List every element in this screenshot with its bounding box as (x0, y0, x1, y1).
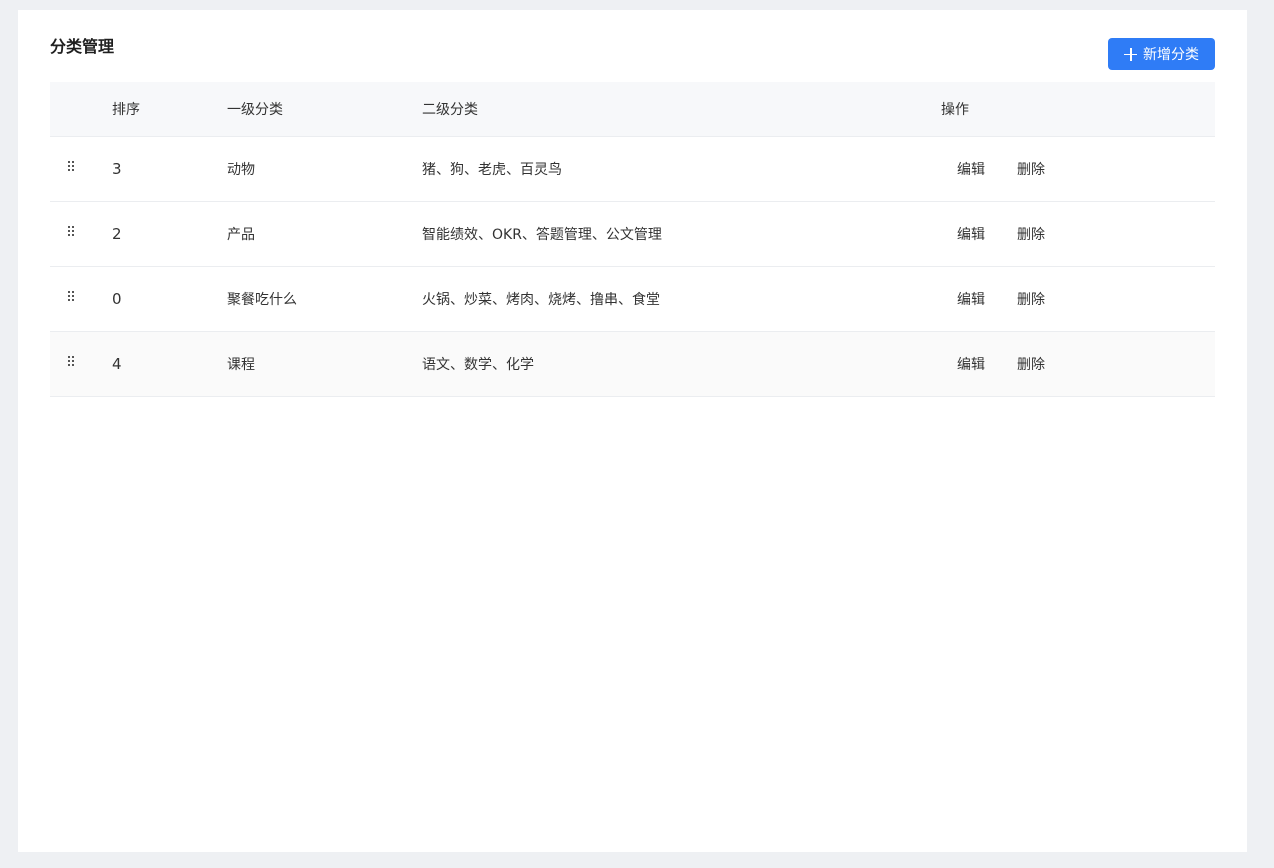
sort-value: 4 (112, 355, 122, 373)
delete-button[interactable]: 删除 (1017, 202, 1045, 266)
drag-handle[interactable] (68, 267, 76, 331)
add-category-label: 新增分类 (1143, 47, 1199, 63)
drag-handle[interactable] (68, 202, 76, 266)
header-sort: 排序 (112, 102, 140, 118)
table-row: 2 产品 智能绩效、OKR、答题管理、公文管理 编辑 删除 (50, 202, 1215, 267)
header-operations: 操作 (941, 102, 969, 118)
sort-value: 2 (112, 225, 122, 243)
delete-button[interactable]: 删除 (1017, 137, 1045, 201)
drag-icon (68, 161, 76, 171)
delete-button[interactable]: 删除 (1017, 332, 1045, 396)
category-management-panel: 分类管理 新增分类 排序 一级分类 二级分类 操作 3 动物 猪、狗、老虎、百灵… (18, 10, 1247, 852)
category-table: 排序 一级分类 二级分类 操作 3 动物 猪、狗、老虎、百灵鸟 编辑 删除 2 … (50, 82, 1215, 397)
header-level2: 二级分类 (422, 102, 478, 118)
level2-names: 火锅、炒菜、烤肉、烧烤、撸串、食堂 (422, 292, 660, 308)
level1-name: 动物 (227, 162, 255, 178)
delete-button[interactable]: 删除 (1017, 267, 1045, 331)
page-title: 分类管理 (50, 37, 115, 56)
sort-value: 3 (112, 160, 122, 178)
table-row: 0 聚餐吃什么 火锅、炒菜、烤肉、烧烤、撸串、食堂 编辑 删除 (50, 267, 1215, 332)
header-level1: 一级分类 (227, 102, 283, 118)
edit-button[interactable]: 编辑 (957, 202, 985, 266)
level1-name: 产品 (227, 227, 255, 243)
level1-name: 课程 (227, 357, 255, 373)
drag-handle[interactable] (68, 332, 76, 396)
level2-names: 智能绩效、OKR、答题管理、公文管理 (422, 227, 662, 243)
sort-value: 0 (112, 290, 122, 308)
table-row: 3 动物 猪、狗、老虎、百灵鸟 编辑 删除 (50, 137, 1215, 202)
plus-icon (1124, 47, 1137, 61)
table-header: 排序 一级分类 二级分类 操作 (50, 82, 1215, 137)
drag-handle[interactable] (68, 137, 76, 201)
add-category-button[interactable]: 新增分类 (1108, 38, 1215, 70)
drag-icon (68, 291, 76, 301)
level2-names: 语文、数学、化学 (422, 357, 534, 373)
edit-button[interactable]: 编辑 (957, 137, 985, 201)
table-row: 4 课程 语文、数学、化学 编辑 删除 (50, 332, 1215, 397)
drag-icon (68, 226, 76, 236)
edit-button[interactable]: 编辑 (957, 332, 985, 396)
edit-button[interactable]: 编辑 (957, 267, 985, 331)
drag-icon (68, 356, 76, 366)
level2-names: 猪、狗、老虎、百灵鸟 (422, 162, 562, 178)
level1-name: 聚餐吃什么 (227, 292, 297, 308)
